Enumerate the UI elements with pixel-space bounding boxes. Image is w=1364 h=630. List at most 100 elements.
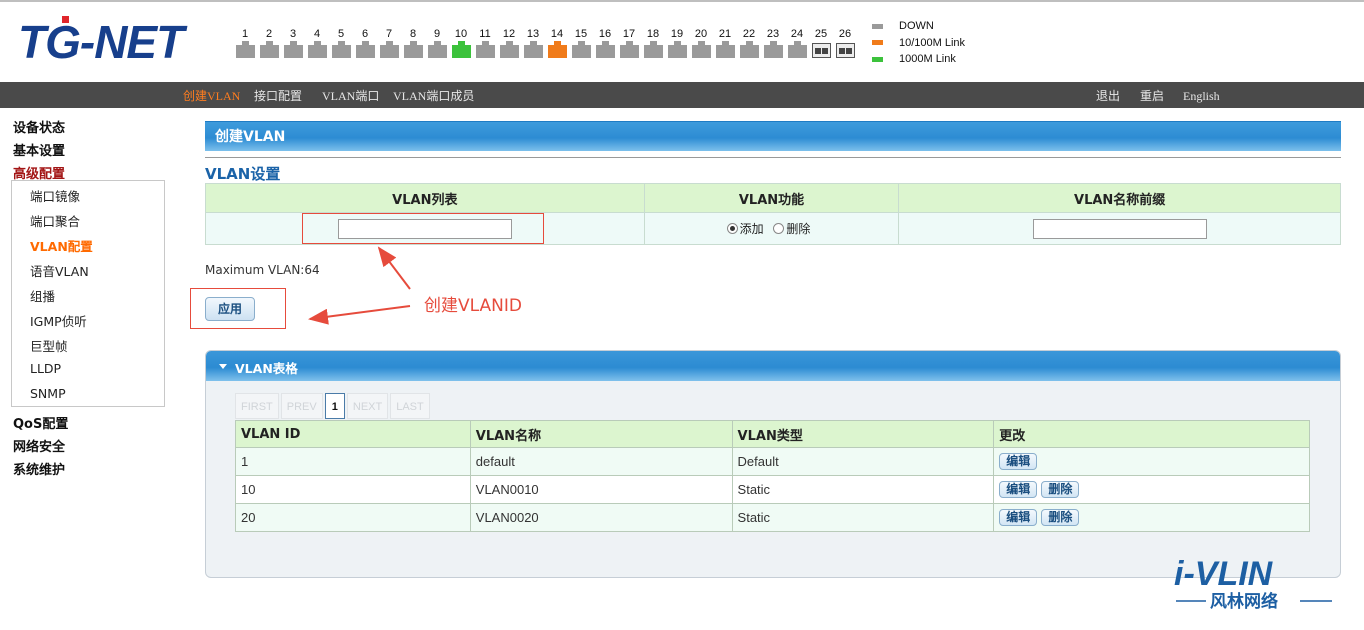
port-19[interactable]: 19 — [665, 28, 689, 58]
edit-button[interactable]: 编辑 — [999, 509, 1038, 526]
collapse-triangle-icon[interactable] — [219, 364, 227, 369]
cell-vlan-type: Static — [731, 503, 995, 532]
sidebar-item-network-security[interactable]: 网络安全 — [13, 436, 65, 455]
ethernet-port-icon — [307, 41, 327, 58]
sidebar-item-port-mirror[interactable]: 端口镜像 — [30, 186, 80, 205]
ethernet-port-icon — [547, 41, 567, 58]
watermark-sub: 风林网络 — [1210, 591, 1278, 611]
tab-vlan-port-members[interactable]: VLAN端口成员 — [393, 82, 474, 108]
port-3[interactable]: 3 — [281, 28, 305, 58]
english-link[interactable]: English — [1183, 82, 1220, 108]
radio-delete[interactable] — [773, 223, 785, 234]
ethernet-port-icon — [283, 41, 303, 58]
ethernet-port-icon — [403, 41, 423, 58]
port-25[interactable]: 25 — [809, 28, 833, 58]
delete-button[interactable]: 删除 — [1041, 509, 1080, 526]
sidebar-item-jumbo-frame[interactable]: 巨型帧 — [30, 336, 68, 355]
pager-last[interactable]: LAST — [390, 393, 430, 419]
port-11[interactable]: 11 — [473, 28, 497, 58]
radio-delete-label: 删除 — [786, 222, 811, 236]
annotation-box-vlan-list — [302, 213, 544, 244]
pager-next[interactable]: NEXT — [346, 393, 389, 419]
port-6[interactable]: 6 — [353, 28, 377, 58]
port-number: 5 — [337, 28, 345, 40]
pager-current-page[interactable]: 1 — [324, 393, 345, 419]
ethernet-port-icon — [643, 41, 663, 58]
ethernet-port-icon — [619, 41, 639, 58]
port-23[interactable]: 23 — [761, 28, 785, 58]
ethernet-port-icon — [739, 41, 759, 58]
divider — [205, 157, 1341, 158]
tab-interface-config[interactable]: 接口配置 — [254, 82, 302, 108]
vlan-name-prefix-input[interactable] — [1032, 218, 1207, 239]
ethernet-port-icon — [691, 41, 711, 58]
radio-add[interactable] — [726, 223, 738, 234]
port-17[interactable]: 17 — [617, 28, 641, 58]
port-2[interactable]: 2 — [257, 28, 281, 58]
port-15[interactable]: 15 — [569, 28, 593, 58]
port-10[interactable]: 10 — [449, 28, 473, 58]
sidebar-item-lldp[interactable]: LLDP — [30, 361, 61, 376]
port-20[interactable]: 20 — [689, 28, 713, 58]
sidebar-item-voice-vlan[interactable]: 语音VLAN — [30, 261, 89, 280]
port-4[interactable]: 4 — [305, 28, 329, 58]
reboot-link[interactable]: 重启 — [1140, 82, 1164, 108]
port-7[interactable]: 7 — [377, 28, 401, 58]
cell-vlan-id: 20 — [235, 503, 471, 532]
sidebar-item-basic-settings[interactable]: 基本设置 — [13, 140, 65, 159]
vlan-table-header[interactable]: VLAN表格 — [206, 351, 1340, 381]
port-5[interactable]: 5 — [329, 28, 353, 58]
edit-button[interactable]: 编辑 — [999, 481, 1038, 498]
section-title: VLAN设置 — [205, 165, 281, 183]
ethernet-port-icon — [787, 41, 807, 58]
ethernet-port-icon — [667, 41, 687, 58]
col-header-vlan-type: VLAN类型 — [731, 420, 995, 448]
port-number: 1 — [241, 28, 249, 40]
tab-vlan-port[interactable]: VLAN端口 — [322, 82, 379, 108]
sidebar-item-vlan-config[interactable]: VLAN配置 — [30, 236, 93, 255]
header-vlan-list: VLAN列表 — [205, 183, 645, 213]
port-8[interactable]: 8 — [401, 28, 425, 58]
sidebar-item-qos-config[interactable]: QoS配置 — [13, 413, 68, 432]
ethernet-port-icon — [763, 41, 783, 58]
sidebar-item-igmp-snooping[interactable]: IGMP侦听 — [30, 311, 87, 330]
vlan-function-cell: 添加 删除 — [643, 212, 900, 245]
logout-link[interactable]: 退出 — [1096, 82, 1120, 108]
cell-vlan-name: default — [469, 447, 733, 476]
sidebar-item-multicast[interactable]: 组播 — [30, 286, 55, 305]
pager-first[interactable]: FIRST — [235, 393, 279, 419]
port-number: 8 — [409, 28, 417, 40]
col-header-vlan-id: VLAN ID — [235, 420, 471, 448]
port-number: 19 — [670, 28, 684, 40]
port-12[interactable]: 12 — [497, 28, 521, 58]
ethernet-port-icon — [379, 41, 399, 58]
sidebar-item-snmp[interactable]: SNMP — [30, 386, 66, 401]
delete-button[interactable]: 删除 — [1041, 481, 1080, 498]
port-24[interactable]: 24 — [785, 28, 809, 58]
sidebar-item-device-status[interactable]: 设备状态 — [13, 117, 65, 136]
port-26[interactable]: 26 — [833, 28, 857, 58]
ethernet-port-icon — [571, 41, 591, 58]
pager-prev[interactable]: PREV — [280, 393, 323, 419]
port-16[interactable]: 16 — [593, 28, 617, 58]
port-18[interactable]: 18 — [641, 28, 665, 58]
ethernet-port-icon — [499, 41, 519, 58]
table-row: 1 default Default 编辑 — [235, 447, 1310, 476]
port-21[interactable]: 21 — [713, 28, 737, 58]
edit-button[interactable]: 编辑 — [999, 453, 1038, 470]
sidebar-item-port-aggregation[interactable]: 端口聚合 — [30, 211, 80, 230]
arrow-to-vlan-list — [377, 246, 411, 290]
sidebar-item-system-maintenance[interactable]: 系统维护 — [13, 459, 65, 478]
vlan-table: VLAN ID VLAN名称 VLAN类型 更改 1 default Defau… — [235, 420, 1310, 532]
port-22[interactable]: 22 — [737, 28, 761, 58]
port-14[interactable]: 14 — [545, 28, 569, 58]
port-1[interactable]: 1 — [233, 28, 257, 58]
ethernet-port-icon — [595, 41, 615, 58]
tab-create-vlan[interactable]: 创建VLAN — [183, 82, 240, 108]
port-13[interactable]: 13 — [521, 28, 545, 58]
cell-vlan-id: 10 — [235, 475, 471, 504]
port-9[interactable]: 9 — [425, 28, 449, 58]
table-row: 10 VLAN0010 Static 编辑 删除 — [235, 475, 1310, 504]
sidebar-submenu: 端口镜像 端口聚合 VLAN配置 语音VLAN 组播 IGMP侦听 巨型帧 LL… — [11, 180, 165, 407]
header-vlan-function: VLAN功能 — [643, 183, 900, 213]
